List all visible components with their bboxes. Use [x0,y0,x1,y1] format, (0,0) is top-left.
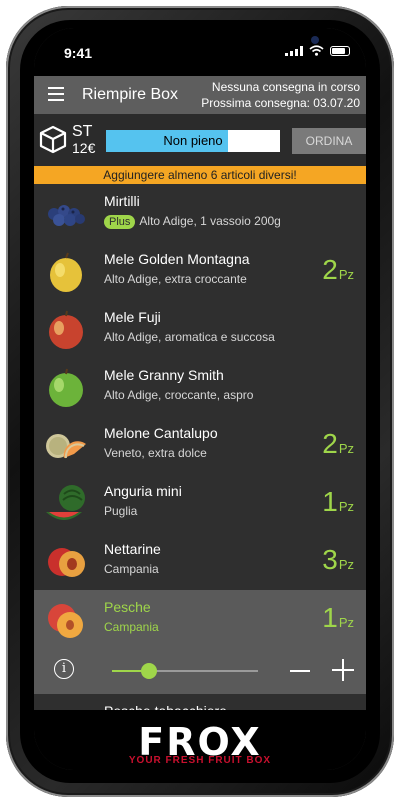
item-name: Mele Granny Smith [104,367,224,383]
quantity-number: 2 [322,254,338,285]
status-bar: 9:41 [34,28,366,76]
delivery-info: Nessuna consegna in corso Prossima conse… [201,79,360,111]
nectarine-image [48,548,85,577]
item-desc: Alto Adige, extra croccante [104,272,247,286]
app-screen: 9:41 Riempire Box Nessuna consegna in co… [34,28,366,770]
plus-badge: Plus [104,215,136,229]
progress-label: Non pieno [163,133,223,148]
box-summary: ST 12€ Non pieno ORDINA [34,114,366,166]
quantity-unit: Pz [338,557,354,572]
minus-button[interactable] [290,670,310,672]
peach-image [48,604,83,638]
quantity-slider[interactable] [112,663,258,679]
fuji-apple-image [49,310,83,349]
item-quantity: 1Pz [322,486,354,518]
golden-apple-image [50,252,82,292]
list-item[interactable]: Mele Granny Smith Alto Adige, croccante,… [34,358,366,416]
status-time: 9:41 [64,45,93,61]
cantaloupe-image [46,434,86,459]
plus-button[interactable] [332,659,354,681]
tagline: YOUR FRESH FRUIT BOX [128,755,272,766]
item-quantity: 2Pz [322,254,354,286]
menu-icon[interactable] [48,87,64,101]
item-desc: Campania [104,620,159,634]
quantity-number: 3 [322,544,338,575]
slider-handle[interactable] [140,663,157,679]
item-name: Pesche [104,599,151,615]
product-list: Mirtilli Plus Alto Adige, 1 vassoio 200g … [34,184,366,734]
quantity-unit: Pz [338,441,354,456]
info-icon[interactable]: i [54,659,74,679]
list-item[interactable]: Melone Cantalupo Veneto, extra dolce 2Pz [34,416,366,474]
item-quantity: 2Pz [322,428,354,460]
item-name: Mele Golden Montagna [104,251,250,267]
wifi-icon [309,45,324,56]
camera [311,36,319,44]
status-icons [285,45,350,56]
item-desc-text: Alto Adige, 1 vassoio 200g [139,214,281,228]
box-icon [39,125,67,154]
item-name: Anguria mini [104,483,182,499]
item-desc: Alto Adige, croccante, aspro [104,388,254,402]
list-item[interactable]: Mele Golden Montagna Alto Adige, extra c… [34,242,366,300]
item-desc: Puglia [104,504,138,518]
item-quantity: 1Pz [322,602,354,634]
item-desc: Alto Adige, aromatica e succosa [104,330,275,344]
box-fill-progress: Non pieno [106,130,280,152]
item-quantity: 3Pz [322,544,354,576]
list-item[interactable]: Anguria mini Puglia 1Pz [34,474,366,532]
box-price: 12€ [72,140,96,156]
box-size-price: ST 12€ [72,123,96,157]
order-button[interactable]: ORDINA [292,128,366,154]
item-name: Mirtilli [104,193,140,209]
list-item[interactable]: Mirtilli Plus Alto Adige, 1 vassoio 200g [34,184,366,242]
item-desc: Campania [104,562,159,576]
item-desc: Plus Alto Adige, 1 vassoio 200g [104,214,281,229]
watermelon-image [46,485,85,520]
footer-banner: FROX YOUR FRESH FRUIT BOX [34,710,366,770]
list-item[interactable]: Nettarine Campania 3Pz [34,532,366,590]
item-name: Mele Fuji [104,309,161,325]
item-name: Melone Cantalupo [104,425,218,441]
blueberries-image [48,205,85,226]
page-title: Riempire Box [82,86,179,103]
notch [106,28,319,58]
quantity-unit: Pz [338,499,354,514]
item-desc: Veneto, extra dolce [104,446,207,460]
delivery-status: Nessuna consegna in corso [211,80,360,94]
quantity-controls: i [34,648,366,694]
list-item-selected[interactable]: Pesche Campania 1Pz [34,590,366,648]
quantity-number: 1 [322,602,338,633]
battery-icon [330,45,350,56]
quantity-unit: Pz [338,267,354,282]
next-delivery: Prossima consegna: 03.07.20 [201,96,360,110]
box-size: ST [72,123,93,140]
warning-banner: Aggiungere almeno 6 articoli diversi! [34,166,366,184]
quantity-unit: Pz [338,615,354,630]
quantity-number: 2 [322,428,338,459]
granny-smith-apple-image [49,368,83,407]
signal-icon [285,45,303,56]
quantity-number: 1 [322,486,338,517]
list-item[interactable]: Mele Fuji Alto Adige, aromatica e succos… [34,300,366,358]
item-name: Nettarine [104,541,161,557]
app-header: Riempire Box Nessuna consegna in corso P… [34,76,366,114]
